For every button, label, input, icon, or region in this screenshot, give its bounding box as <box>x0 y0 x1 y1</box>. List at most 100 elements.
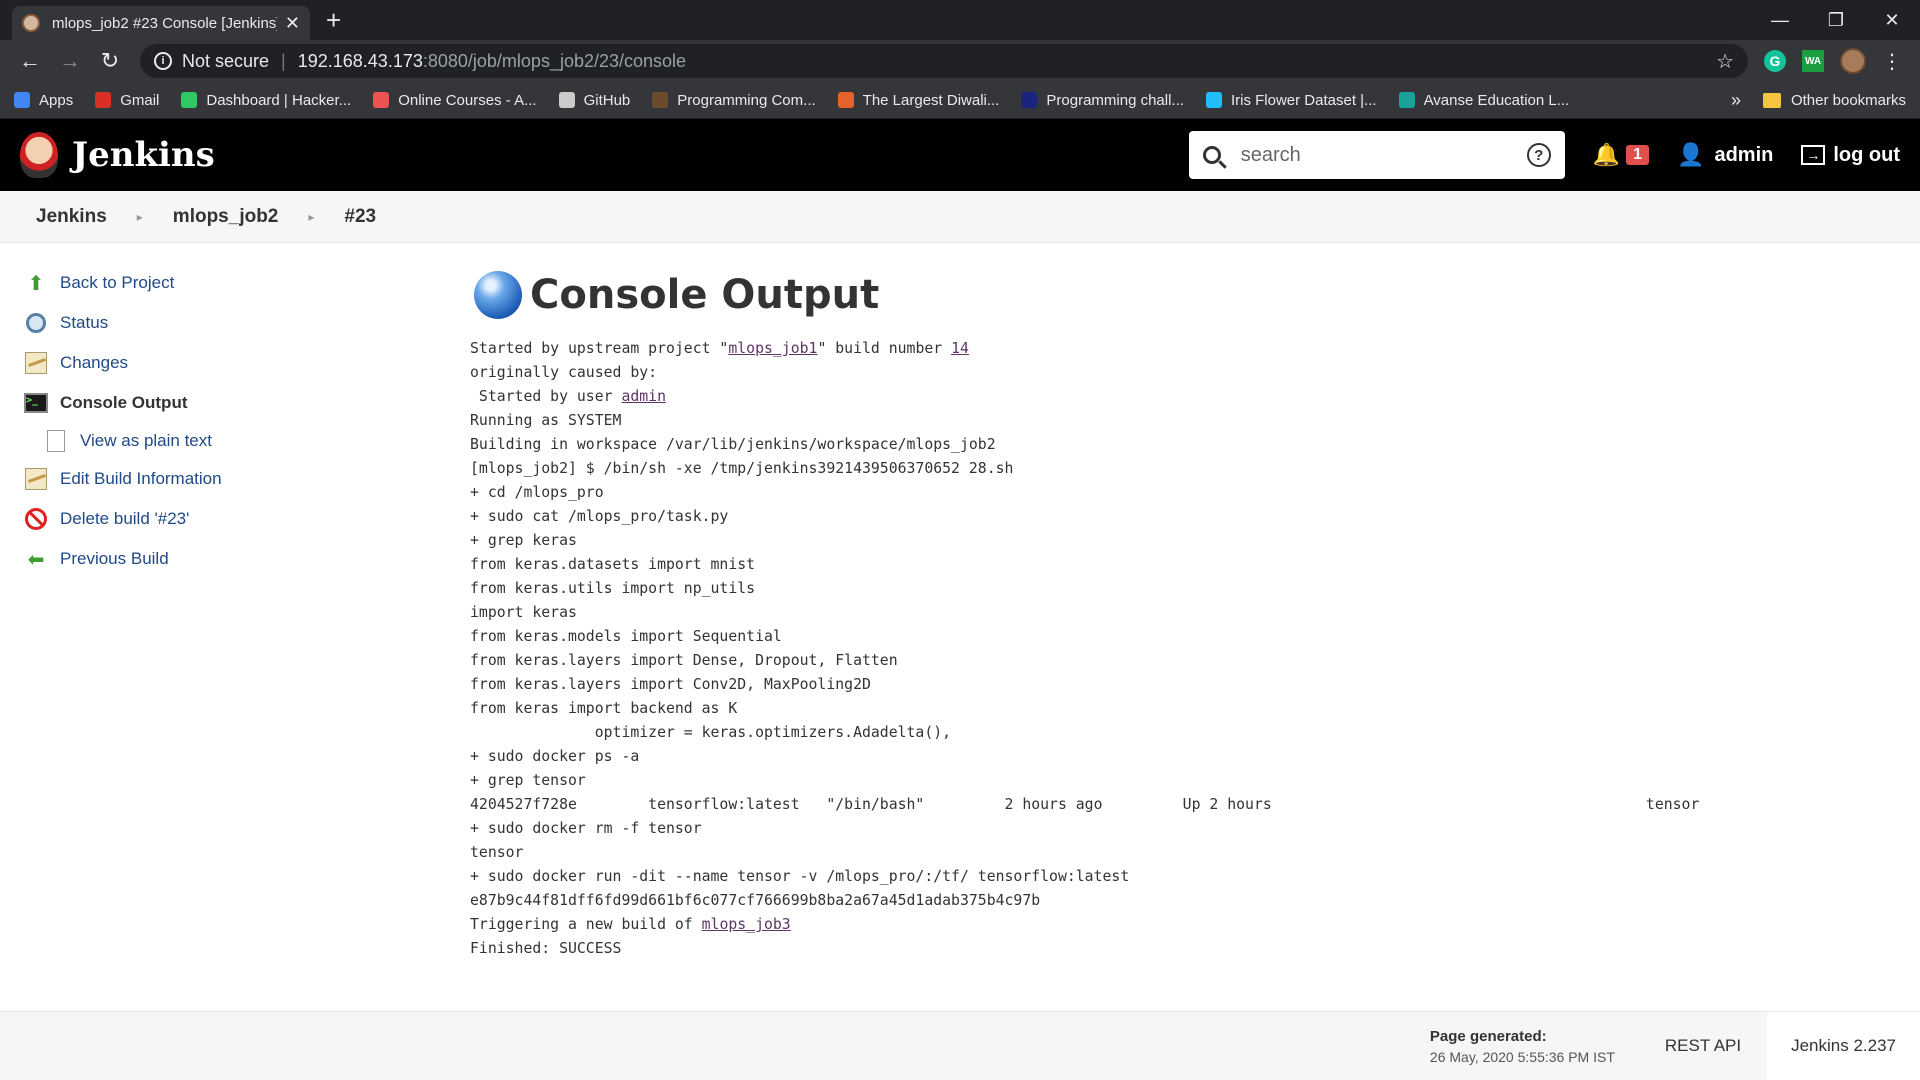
side-task-changes[interactable]: Changes <box>24 343 470 383</box>
side-task-edit-build-info[interactable]: Edit Build Information <box>24 459 470 499</box>
bookmark-label: Apps <box>39 91 74 109</box>
page-title: Console Output <box>530 272 880 318</box>
breadcrumb-job[interactable]: mlops_job2 <box>173 206 279 228</box>
console-text: + cd /mlops_pro <box>470 484 604 501</box>
side-panel: ⬆ Back to Project Status Changes >_ Cons… <box>0 243 470 1003</box>
jenkins-logo-icon[interactable] <box>20 132 58 178</box>
breadcrumb-chevron-icon[interactable]: ▸ <box>308 210 314 224</box>
bookmark-label: Programming Com... <box>677 91 816 109</box>
bookmark-item[interactable]: GitHub <box>558 92 630 109</box>
console-text: import keras <box>470 604 577 621</box>
console-text: Started by upstream project " <box>470 340 729 357</box>
side-task-delete-build[interactable]: Delete build '#23' <box>24 499 470 539</box>
console-text: Finished: SUCCESS <box>470 940 622 957</box>
gmail-icon <box>95 92 112 108</box>
console-text: from keras import backend as K <box>470 700 738 717</box>
side-task-back-to-project[interactable]: ⬆ Back to Project <box>24 263 470 303</box>
logout-link[interactable]: → log out <box>1801 144 1900 167</box>
bookmark-item[interactable]: Online Courses - A... <box>373 91 537 109</box>
console-link[interactable]: admin <box>621 388 666 405</box>
console-line: from keras.layers import Conv2D, MaxPool… <box>470 673 1920 697</box>
breadcrumb: Jenkins ▸ mlops_job2 ▸ #23 <box>0 191 1920 243</box>
back-arrow-icon[interactable]: ← <box>10 48 50 74</box>
bookmark-item[interactable]: Iris Flower Dataset |... <box>1205 91 1377 109</box>
side-task-previous-build[interactable]: ⬅ Previous Build <box>24 539 470 579</box>
bookmarks-bar: Apps Gmail Dashboard | Hacker... Online Cou… <box>0 82 1920 119</box>
console-text: + sudo docker ps -a <box>470 748 640 765</box>
new-tab-icon[interactable]: + <box>326 5 341 36</box>
breadcrumb-chevron-icon[interactable]: ▸ <box>137 210 143 224</box>
console-text: from keras.models import Sequential <box>470 628 782 645</box>
search-box: ? <box>1188 131 1565 179</box>
bookmark-item[interactable]: Apps <box>14 92 73 109</box>
main-content: Console Output Started by upstream proje… <box>470 243 1920 1003</box>
other-bookmarks[interactable]: Other bookmarks <box>1762 92 1906 109</box>
codechef-icon <box>652 92 669 108</box>
bookmark-item[interactable]: Dashboard | Hacker... <box>181 92 351 109</box>
task-label: View as plain text <box>80 431 212 450</box>
bookmarks-overflow-icon[interactable]: » <box>1731 90 1741 111</box>
console-link[interactable]: mlops_job1 <box>728 340 817 357</box>
browser-toolbar: ← → ↻ i Not secure | 192.168.43.173 :808… <box>0 40 1920 82</box>
bookmark-item[interactable]: Gmail <box>95 92 159 109</box>
console-line: e87b9c44f81dff6fd99d661bf6c077cf766699b8… <box>470 889 1920 913</box>
build-status-ball-icon <box>474 271 522 319</box>
user-icon: 👤 <box>1677 142 1705 167</box>
profile-avatar[interactable] <box>1840 48 1866 74</box>
info-icon[interactable]: i <box>154 52 172 70</box>
console-text: + sudo docker run -dit --name tensor -v … <box>470 868 1130 885</box>
console-text: from keras.layers import Dense, Dropout,… <box>470 652 898 669</box>
bookmark-label: Online Courses - A... <box>398 91 537 109</box>
console-line: [mlops_job2] $ /bin/sh -xe /tmp/jenkins3… <box>470 457 1920 481</box>
console-line: from keras import backend as K <box>470 697 1920 721</box>
jenkins-logo-text[interactable]: Jenkins <box>72 135 215 175</box>
close-tab-icon[interactable]: ✕ <box>285 13 300 34</box>
console-text: + grep keras <box>470 532 577 549</box>
console-text: originally caused by: <box>470 364 658 381</box>
restore-icon[interactable]: ❐ <box>1808 0 1864 40</box>
rest-api-link[interactable]: REST API <box>1665 1036 1741 1056</box>
console-link[interactable]: 14 <box>951 340 969 357</box>
side-task-console-output[interactable]: >_ Console Output <box>24 383 470 423</box>
jenkins-version-link[interactable]: Jenkins 2.237 <box>1767 1012 1920 1080</box>
bookmark-label: Iris Flower Dataset |... <box>1230 91 1377 109</box>
breadcrumb-build[interactable]: #23 <box>344 206 376 228</box>
close-window-icon[interactable]: ✕ <box>1864 0 1920 40</box>
forward-arrow-icon[interactable]: → <box>50 48 90 74</box>
console-text: e87b9c44f81dff6fd99d661bf6c077cf766699b8… <box>470 892 1041 909</box>
console-text: " build number <box>817 340 952 357</box>
console-line: tensor <box>470 841 1920 865</box>
console-link[interactable]: mlops_job3 <box>702 916 791 933</box>
minimize-icon[interactable]: — <box>1752 0 1808 40</box>
url-host: 192.168.43.173 <box>297 50 423 71</box>
notifications-button[interactable]: 🔔 1 <box>1593 142 1650 168</box>
browser-menu-icon[interactable]: ⋮ <box>1882 49 1902 74</box>
address-bar[interactable]: i Not secure | 192.168.43.173 :8080/job/… <box>140 44 1748 78</box>
console-line: from keras.models import Sequential <box>470 625 1920 649</box>
url-separator: | <box>281 50 286 71</box>
task-label: Console Output <box>60 393 188 412</box>
bookmark-item[interactable]: Programming Com... <box>652 91 816 109</box>
side-task-plain-text[interactable]: View as plain text <box>24 423 470 459</box>
console-text: Building in workspace /var/lib/jenkins/w… <box>470 436 996 453</box>
browser-tab[interactable]: mlops_job2 #23 Console [Jenkins] ✕ <box>12 6 310 40</box>
whatsapp-ext-icon[interactable]: WA <box>1802 50 1824 72</box>
bookmark-item[interactable]: The Largest Diwali... <box>837 92 999 109</box>
bookmark-label: Gmail <box>120 91 160 109</box>
console-text: Running as SYSTEM <box>470 412 622 429</box>
console-line: + grep keras <box>470 529 1920 553</box>
reload-icon[interactable]: ↻ <box>90 48 130 74</box>
page-generated-date: 26 May, 2020 5:55:36 PM IST <box>1429 1048 1615 1065</box>
grammarly-icon[interactable]: G <box>1764 50 1786 72</box>
console-line: Building in workspace /var/lib/jenkins/w… <box>470 433 1920 457</box>
breadcrumb-jenkins[interactable]: Jenkins <box>36 206 107 228</box>
bookmark-star-icon[interactable]: ☆ <box>1716 49 1734 74</box>
help-icon[interactable]: ? <box>1526 143 1551 167</box>
bookmark-item[interactable]: Programming chall... <box>1021 92 1184 109</box>
search-input[interactable] <box>1240 143 1527 167</box>
side-task-status[interactable]: Status <box>24 303 470 343</box>
console-text: from keras.layers import Conv2D, MaxPool… <box>470 676 871 693</box>
task-label: Status <box>60 313 109 332</box>
user-link[interactable]: 👤 admin <box>1677 142 1773 168</box>
bookmark-item[interactable]: Avanse Education L... <box>1398 92 1569 109</box>
